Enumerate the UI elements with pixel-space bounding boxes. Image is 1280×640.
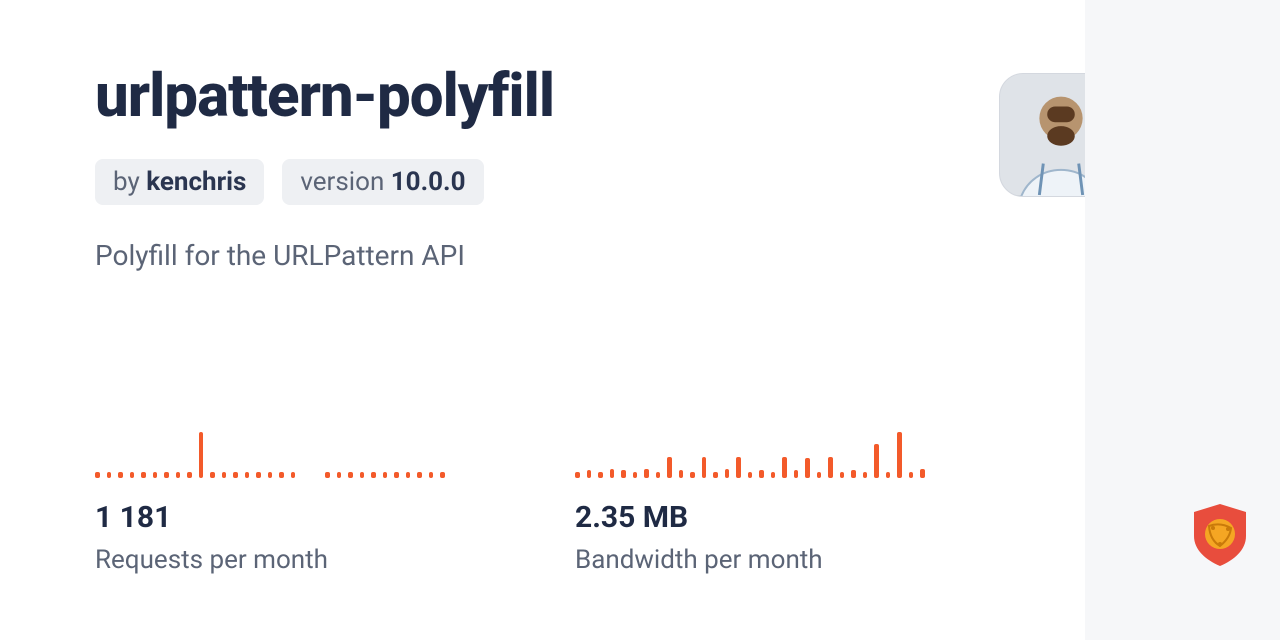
- spark-bar: [141, 472, 146, 478]
- package-name: urlpattern-polyfill: [95, 60, 1085, 131]
- by-prefix: by: [113, 167, 146, 197]
- spark-bar: [371, 472, 376, 478]
- spark-bar: [713, 472, 718, 478]
- version-value: 10.0.0: [391, 167, 466, 197]
- spark-bar: [199, 432, 204, 478]
- spark-bar: [782, 457, 787, 478]
- spark-bar: [748, 472, 753, 478]
- requests-value: 1 181: [95, 500, 455, 535]
- spark-bar: [222, 472, 227, 478]
- spark-bar: [383, 472, 388, 478]
- spark-bar: [840, 472, 845, 478]
- spark-bar: [679, 470, 684, 478]
- jsdelivr-shield-icon: [1190, 502, 1250, 568]
- spark-bar: [897, 432, 902, 478]
- spark-bar: [268, 472, 273, 478]
- spark-bar: [406, 472, 411, 478]
- requests-sparkline: [95, 430, 455, 478]
- spark-bar: [794, 470, 799, 478]
- spark-bar: [176, 472, 181, 478]
- spark-bar: [633, 472, 638, 478]
- spark-bar: [164, 472, 169, 478]
- meta-chips: by kenchris version 10.0.0: [95, 159, 1085, 205]
- spark-bar: [909, 472, 914, 478]
- spark-bar: [187, 472, 192, 478]
- requests-label: Requests per month: [95, 545, 455, 575]
- package-card: urlpattern-polyfill by kenchris version …: [0, 0, 1085, 640]
- bandwidth-sparkline: [575, 430, 935, 478]
- stats-row: 1 181 Requests per month 2.35 MB Bandwid…: [95, 430, 935, 575]
- spark-bar: [920, 469, 925, 478]
- spark-bar: [107, 472, 112, 478]
- spark-bar: [828, 457, 833, 478]
- spark-bar: [279, 472, 284, 478]
- package-description: Polyfill for the URLPattern API: [95, 239, 1085, 272]
- right-gutter: [1085, 0, 1280, 640]
- spark-bar: [440, 472, 445, 478]
- spark-bar: [417, 472, 422, 478]
- author-chip[interactable]: by kenchris: [95, 159, 264, 205]
- spark-bar: [644, 469, 649, 478]
- spark-bar: [337, 472, 342, 478]
- spark-bar: [256, 472, 261, 478]
- spark-bar: [233, 472, 238, 478]
- stat-requests: 1 181 Requests per month: [95, 430, 455, 575]
- spark-bar: [863, 472, 868, 478]
- spark-bar: [130, 472, 135, 478]
- version-chip[interactable]: version 10.0.0: [282, 159, 483, 205]
- spark-bar: [621, 470, 626, 478]
- spark-bar: [118, 472, 123, 478]
- spark-bar: [245, 472, 250, 478]
- spark-bar: [759, 470, 764, 478]
- spark-bar: [851, 470, 856, 478]
- spark-bar: [874, 444, 879, 478]
- spark-bar: [153, 472, 158, 478]
- spark-bar: [429, 472, 434, 478]
- bandwidth-label: Bandwidth per month: [575, 545, 935, 575]
- stat-bandwidth: 2.35 MB Bandwidth per month: [575, 430, 935, 575]
- spark-bar: [886, 472, 891, 478]
- version-prefix: version: [300, 167, 390, 197]
- spark-bar: [805, 458, 810, 478]
- spark-bar: [817, 472, 822, 478]
- author-name: kenchris: [146, 167, 246, 197]
- spark-bar: [690, 472, 695, 478]
- bandwidth-value: 2.35 MB: [575, 500, 935, 535]
- spark-bar: [656, 472, 661, 478]
- spark-bar: [702, 457, 707, 478]
- spark-bar: [95, 472, 100, 478]
- spark-bar: [360, 472, 365, 478]
- spark-bar: [667, 457, 672, 478]
- spark-bar: [610, 469, 615, 478]
- spark-bar: [575, 472, 580, 478]
- spark-bar: [394, 472, 399, 478]
- spark-bar: [291, 472, 296, 478]
- spark-bar: [587, 470, 592, 478]
- spark-bar: [348, 472, 353, 478]
- spark-bar: [736, 457, 741, 478]
- spark-bar: [210, 472, 215, 478]
- spark-bar: [725, 469, 730, 478]
- spark-bar: [771, 472, 776, 478]
- spark-bar: [325, 472, 330, 478]
- spark-bar: [598, 472, 603, 478]
